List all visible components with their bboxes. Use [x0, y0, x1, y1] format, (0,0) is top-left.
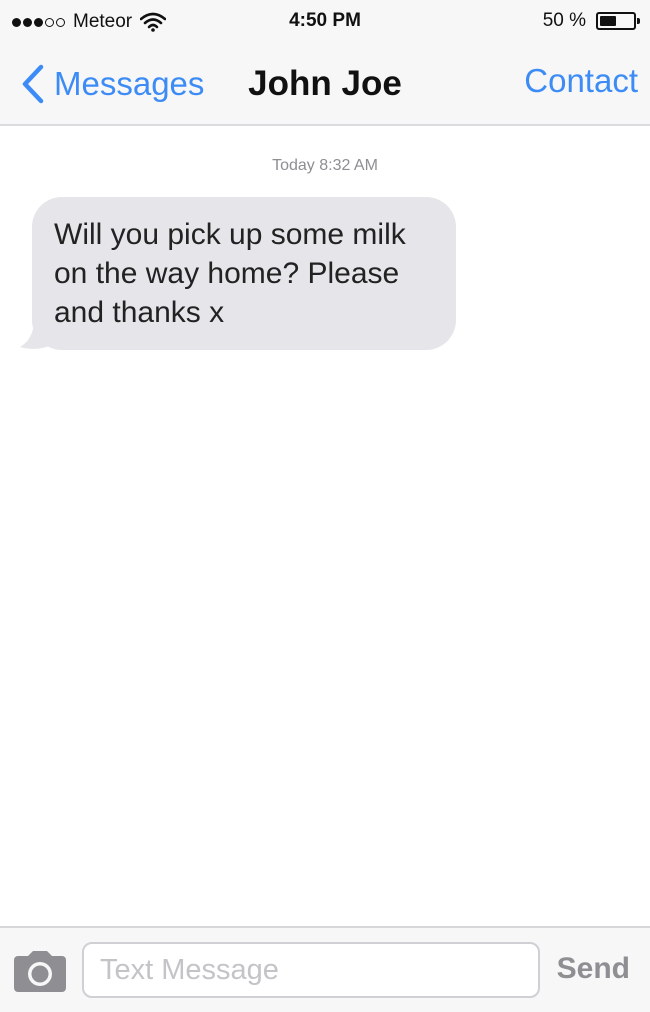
incoming-message-bubble: Will you pick up some milk on the way ho…	[32, 197, 456, 350]
camera-icon[interactable]	[12, 950, 68, 994]
status-bar: Meteor 4:50 PM 50 %	[0, 0, 650, 44]
battery-level-fill	[600, 16, 616, 26]
back-button[interactable]: Messages	[20, 64, 204, 104]
send-button[interactable]: Send	[557, 952, 630, 986]
back-button-label: Messages	[54, 65, 205, 102]
battery-percentage: 50 %	[542, 10, 586, 31]
battery-icon	[596, 12, 640, 30]
message-text: Will you pick up some milk on the way ho…	[54, 218, 406, 329]
message-input[interactable]	[82, 942, 540, 998]
battery-tip	[637, 18, 640, 24]
message-timestamp: Today 8:32 AM	[272, 157, 378, 174]
contact-button[interactable]: Contact	[524, 62, 638, 100]
status-right: 50 %	[542, 9, 640, 33]
navigation-bar: Messages John Joe Contact	[0, 44, 650, 126]
chevron-left-icon	[22, 64, 44, 104]
message-composer: Send	[0, 926, 650, 1012]
